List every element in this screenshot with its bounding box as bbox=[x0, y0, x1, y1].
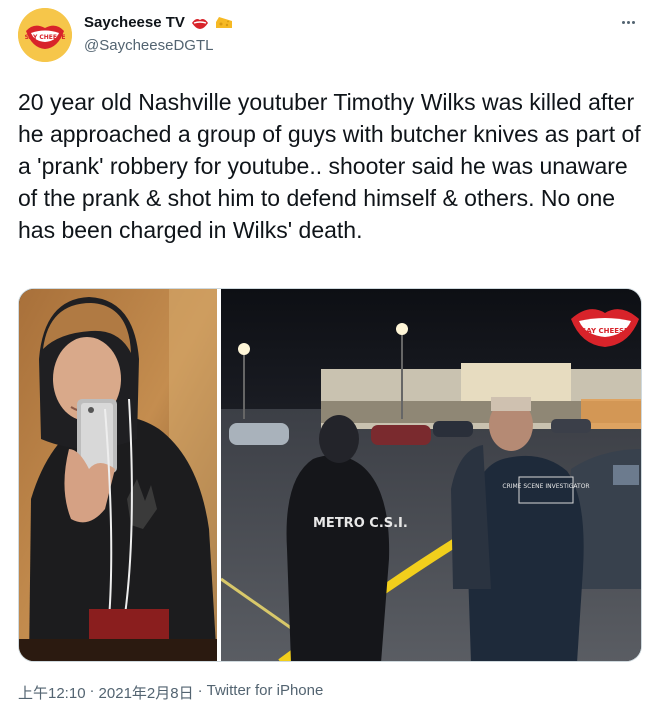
tweet-time[interactable]: 上午12:10 bbox=[18, 682, 86, 703]
watermark-text: SAY CHEESE bbox=[581, 327, 629, 335]
avatar-logo-text: SAY CHEESE bbox=[25, 34, 66, 41]
meta-separator-2: · bbox=[197, 682, 203, 699]
account-name-row[interactable]: Saycheese TV bbox=[84, 14, 233, 31]
lips-emoji-icon bbox=[191, 16, 209, 30]
jacket-text-right: CRIME SCENE INVESTIGATOR bbox=[502, 483, 589, 490]
crime-scene-photo[interactable]: METRO C.S.I. CRIME SCENE INVESTIGATOR SA… bbox=[221, 289, 642, 662]
meta-separator: · bbox=[89, 682, 95, 699]
more-options-icon[interactable] bbox=[616, 10, 640, 34]
jacket-text-left: METRO C.S.I. bbox=[313, 516, 408, 531]
tweet-date[interactable]: 2021年2月8日 bbox=[99, 682, 194, 703]
tweet-text: 20 year old Nashville youtuber Timothy W… bbox=[18, 89, 641, 243]
selfie-photo[interactable] bbox=[19, 289, 217, 662]
avatar[interactable]: SAY CHEESE bbox=[18, 8, 72, 62]
tweet-meta: 上午12:10 · 2021年2月8日 · Twitter for iPhone bbox=[18, 682, 323, 703]
tweet-card: SAY CHEESE Saycheese TV @SaycheeseDGTL 2… bbox=[0, 0, 656, 712]
cheese-emoji-icon bbox=[215, 16, 233, 30]
account-handle[interactable]: @SaycheeseDGTL bbox=[84, 37, 213, 54]
display-name[interactable]: Saycheese TV bbox=[84, 14, 185, 31]
tweet-source[interactable]: Twitter for iPhone bbox=[207, 682, 324, 703]
tweet-media[interactable]: METRO C.S.I. CRIME SCENE INVESTIGATOR SA… bbox=[18, 288, 642, 662]
